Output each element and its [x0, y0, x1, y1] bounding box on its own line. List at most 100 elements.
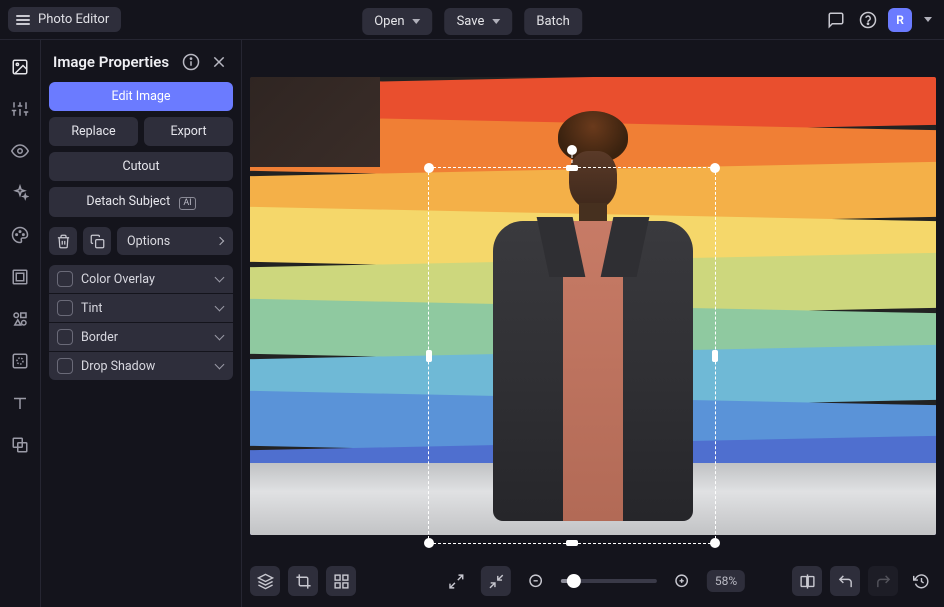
duplicate-button[interactable] [83, 227, 111, 255]
eye-icon [11, 142, 29, 160]
open-menu[interactable]: Open [362, 8, 432, 35]
chevron-right-icon [216, 237, 224, 245]
watermark-tool[interactable] [7, 348, 33, 374]
delete-button[interactable] [49, 227, 77, 255]
panel-info-button[interactable] [181, 52, 201, 72]
topbar-right: R [824, 8, 936, 32]
layers-button[interactable] [250, 566, 280, 596]
help-button[interactable] [856, 8, 880, 32]
actual-size-button[interactable] [481, 566, 511, 596]
crop-icon [295, 573, 312, 590]
save-menu[interactable]: Save [445, 8, 513, 35]
checkbox[interactable] [57, 300, 73, 316]
chevron-down-icon [215, 273, 225, 283]
tool-rail [0, 40, 41, 607]
properties-panel: Image Properties Edit Image Replace Expo… [41, 40, 242, 607]
hamburger-icon [16, 15, 30, 25]
adjust-tool[interactable] [7, 96, 33, 122]
zoom-in-button[interactable] [667, 566, 697, 596]
checkbox[interactable] [57, 271, 73, 287]
selection-handle-tl[interactable] [424, 163, 434, 173]
zoom-slider-knob[interactable] [567, 574, 581, 588]
selection-box[interactable] [428, 167, 716, 544]
topbar-center: Open Save Batch [362, 8, 582, 35]
effect-tint[interactable]: Tint [49, 294, 233, 322]
checkbox[interactable] [57, 329, 73, 345]
top-bar: Photo Editor Open Save Batch R [0, 0, 944, 40]
undo-button[interactable] [830, 566, 860, 596]
cutout-button[interactable]: Cutout [49, 152, 233, 181]
info-icon [182, 53, 200, 71]
zoom-slider[interactable] [561, 579, 657, 583]
frame-tool[interactable] [7, 264, 33, 290]
look-tool[interactable] [7, 138, 33, 164]
ai-tool[interactable] [7, 180, 33, 206]
comments-button[interactable] [824, 8, 848, 32]
selection-handle-r[interactable] [712, 350, 718, 362]
canvas-stage[interactable] [250, 77, 936, 535]
history-icon [913, 573, 930, 590]
selection-handle-tr[interactable] [710, 163, 720, 173]
selection-handle-t[interactable] [566, 165, 578, 171]
ai-badge: AI [179, 197, 195, 210]
fit-button[interactable] [441, 566, 471, 596]
comment-icon [827, 11, 845, 29]
user-avatar[interactable]: R [888, 8, 912, 32]
history-button[interactable] [906, 566, 936, 596]
replace-button[interactable]: Replace [49, 117, 138, 146]
color-tool[interactable] [7, 222, 33, 248]
compare-icon [799, 573, 816, 590]
layers-icon [257, 573, 274, 590]
selection-handle-bl[interactable] [424, 538, 434, 548]
effect-drop-shadow[interactable]: Drop Shadow [49, 352, 233, 380]
batch-button[interactable]: Batch [524, 8, 581, 35]
export-button[interactable]: Export [144, 117, 233, 146]
sparkle-icon [11, 184, 29, 202]
frame-icon [11, 268, 29, 286]
chevron-down-icon [215, 302, 225, 312]
app-menu[interactable]: Photo Editor [8, 7, 121, 32]
zoom-out-button[interactable] [521, 566, 551, 596]
selection-handle-br[interactable] [710, 538, 720, 548]
redo-icon [875, 573, 892, 590]
edit-image-button[interactable]: Edit Image [49, 82, 233, 111]
image-tool[interactable] [7, 54, 33, 80]
elements-tool[interactable] [7, 306, 33, 332]
grid-button[interactable] [326, 566, 356, 596]
undo-icon [837, 573, 854, 590]
trash-icon [56, 234, 71, 249]
panel-close-button[interactable] [209, 52, 229, 72]
image-tool-icon [11, 58, 29, 76]
selection-rotate-handle[interactable] [567, 145, 577, 155]
compare-button[interactable] [792, 566, 822, 596]
chevron-down-icon [215, 331, 225, 341]
crop-button[interactable] [288, 566, 318, 596]
overlay-tool[interactable] [7, 432, 33, 458]
grid-icon [333, 573, 350, 590]
text-tool[interactable] [7, 390, 33, 416]
app-name: Photo Editor [38, 12, 109, 27]
brick-wall [250, 77, 380, 167]
selection-handle-b[interactable] [566, 540, 578, 546]
user-menu-caret[interactable] [920, 8, 936, 32]
effect-border[interactable]: Border [49, 323, 233, 351]
effect-color-overlay[interactable]: Color Overlay [49, 265, 233, 293]
redo-button[interactable] [868, 566, 898, 596]
chevron-down-icon [215, 360, 225, 370]
shapes-icon [11, 310, 29, 328]
zoom-percent[interactable]: 58% [707, 570, 745, 592]
panel-header: Image Properties [49, 52, 233, 82]
bottom-bar: 58% [250, 563, 936, 599]
effects-list: Color Overlay Tint Border Drop Shadow [49, 265, 233, 380]
actual-size-icon [487, 573, 504, 590]
overlay-icon [11, 436, 29, 454]
detach-subject-button[interactable]: Detach Subject AI [49, 187, 233, 217]
options-menu[interactable]: Options [117, 227, 233, 255]
close-icon [211, 54, 227, 70]
caret-down-icon [492, 19, 500, 24]
fit-icon [447, 573, 464, 590]
duplicate-icon [90, 234, 105, 249]
watermark-icon [11, 352, 29, 370]
selection-handle-l[interactable] [426, 350, 432, 362]
checkbox[interactable] [57, 358, 73, 374]
